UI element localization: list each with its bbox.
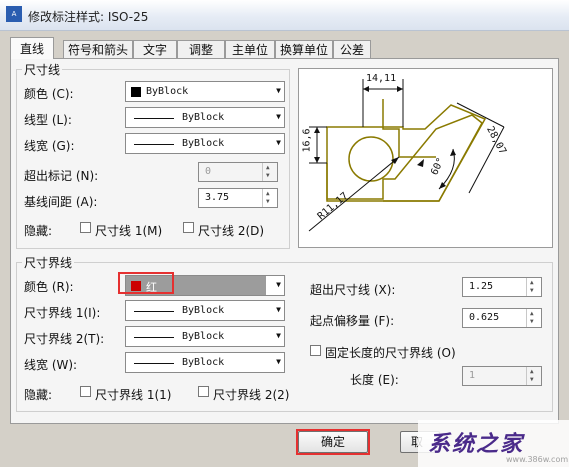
select-value: ByBlock — [182, 331, 225, 342]
color-swatch — [131, 87, 141, 97]
select-value: ByBlock — [182, 112, 225, 123]
watermark-url: www.386w.com — [506, 455, 569, 464]
offset-origin-label: 起点偏移量 (F): — [310, 314, 395, 328]
lineweight-label: 线宽 (W): — [24, 358, 78, 372]
group-title: 尺寸线 — [22, 61, 63, 78]
baseline-spacing-spinner[interactable]: 3.75 ▲ ▼ — [198, 188, 278, 208]
title-bar: A 修改标注样式: ISO-25 — [0, 0, 569, 31]
tab-label: 主单位 — [231, 43, 268, 57]
tab-label: 公差 — [339, 43, 364, 57]
ext-line-2-label: 尺寸界线 2(T): — [24, 332, 105, 346]
dropdown-arrow-icon: ▼ — [276, 305, 281, 314]
dropdown-arrow-icon: ▼ — [276, 331, 281, 340]
length-label: 长度 (E): — [350, 373, 399, 387]
spinner-value: 3.75 — [205, 192, 230, 203]
extend-beyond-label: 超出尺寸线 (X): — [310, 283, 396, 297]
line-sample — [134, 337, 174, 338]
dropdown-arrow-icon: ▼ — [276, 86, 281, 95]
select-value: ByBlock — [182, 138, 225, 149]
ext-line-lineweight-select[interactable]: ByBlock ▼ — [125, 352, 285, 373]
tab-label: 文字 — [142, 43, 167, 57]
app-icon: A — [6, 6, 22, 22]
checkbox-label: 尺寸线 1(M) — [95, 224, 163, 238]
offset-origin-spinner[interactable]: 0.625 ▲ ▼ — [462, 308, 542, 328]
select-value: ByBlock — [146, 86, 189, 97]
spinner-value: 0.625 — [469, 312, 500, 323]
color-label: 颜色 (C): — [24, 87, 74, 101]
highlight-box — [296, 429, 370, 455]
select-value: ByBlock — [182, 305, 225, 316]
tab-text[interactable]: 文字 — [133, 40, 177, 58]
preview-dim-left: 16,6 — [301, 128, 313, 153]
extend-ticks-spinner[interactable]: 0 ▲ ▼ — [198, 162, 278, 182]
spinner-buttons[interactable]: ▲ ▼ — [262, 189, 277, 207]
dim-line-linetype-select[interactable]: ByBlock ▼ — [125, 107, 285, 128]
spinner-buttons[interactable]: ▲ ▼ — [526, 367, 541, 385]
spinner-value: 1.25 — [469, 281, 494, 292]
tab-label: 调整 — [188, 43, 213, 57]
watermark: 系统之家 www.386w.com — [418, 420, 569, 467]
select-value: ByBlock — [182, 357, 225, 368]
preview-drawing — [308, 79, 505, 232]
line-sample — [134, 144, 174, 145]
color-label: 颜色 (R): — [24, 280, 74, 294]
length-spinner[interactable]: 1 ▲ ▼ — [462, 366, 542, 386]
linetype-label: 线型 (L): — [24, 113, 72, 127]
spinner-value: 0 — [205, 166, 212, 177]
tab-symbols-arrows[interactable]: 符号和箭头 — [63, 40, 133, 58]
fixed-length-checkbox[interactable] — [310, 345, 321, 356]
extend-beyond-spinner[interactable]: 1.25 ▲ ▼ — [462, 277, 542, 297]
ext-line-1-label: 尺寸界线 1(I): — [24, 306, 101, 320]
suppress-dim-line-1-checkbox[interactable] — [80, 222, 91, 233]
tab-fit[interactable]: 调整 — [177, 40, 225, 58]
preview-pane: 14,11 16,6 28,07 60° R11,17 — [298, 68, 553, 248]
dropdown-arrow-icon: ▼ — [276, 112, 281, 121]
dropdown-arrow-icon: ▼ — [276, 280, 281, 289]
dropdown-arrow-icon: ▼ — [276, 138, 281, 147]
tab-lines[interactable]: 直线 — [10, 37, 54, 59]
suppress-ext-line-1-checkbox[interactable] — [80, 386, 91, 397]
line-sample — [134, 311, 174, 312]
dim-line-lineweight-select[interactable]: ByBlock ▼ — [125, 133, 285, 154]
suppress-label: 隐藏: — [24, 224, 53, 238]
checkbox-label: 尺寸界线 2(2) — [213, 388, 290, 402]
tab-alternate-units[interactable]: 换算单位 — [275, 40, 333, 58]
group-title: 尺寸界线 — [22, 254, 75, 271]
line-sample — [134, 363, 174, 364]
checkbox-label: 尺寸线 2(D) — [198, 224, 265, 238]
suppress-dim-line-2-checkbox[interactable] — [183, 222, 194, 233]
tab-tolerances[interactable]: 公差 — [333, 40, 371, 58]
spinner-buttons[interactable]: ▲ ▼ — [262, 163, 277, 181]
baseline-spacing-label: 基线间距 (A): — [24, 195, 98, 209]
dim-line-color-select[interactable]: ByBlock ▼ — [125, 81, 285, 102]
ext-line-1-linetype-select[interactable]: ByBlock ▼ — [125, 300, 285, 321]
window-title: 修改标注样式: ISO-25 — [28, 10, 149, 24]
preview-dim-top: 14,11 — [366, 73, 397, 84]
highlight-box — [118, 272, 174, 294]
spinner-buttons[interactable]: ▲ ▼ — [526, 309, 541, 327]
line-sample — [134, 118, 174, 119]
spinner-buttons[interactable]: ▲ ▼ — [526, 278, 541, 296]
dropdown-arrow-icon: ▼ — [276, 357, 281, 366]
suppress-ext-line-2-checkbox[interactable] — [198, 386, 209, 397]
ext-line-2-linetype-select[interactable]: ByBlock ▼ — [125, 326, 285, 347]
tab-label: 直线 — [19, 42, 44, 56]
spinner-value: 1 — [469, 370, 476, 381]
tab-primary-units[interactable]: 主单位 — [225, 40, 275, 58]
suppress-label: 隐藏: — [24, 388, 53, 402]
watermark-logo: 系统之家 — [428, 432, 525, 457]
tab-label: 换算单位 — [279, 43, 328, 57]
checkbox-label: 尺寸界线 1(1) — [95, 388, 172, 402]
lineweight-label: 线宽 (G): — [24, 139, 75, 153]
tab-label: 符号和箭头 — [67, 43, 128, 57]
checkbox-label: 固定长度的尺寸界线 (O) — [325, 346, 456, 360]
extend-ticks-label: 超出标记 (N): — [24, 169, 99, 183]
